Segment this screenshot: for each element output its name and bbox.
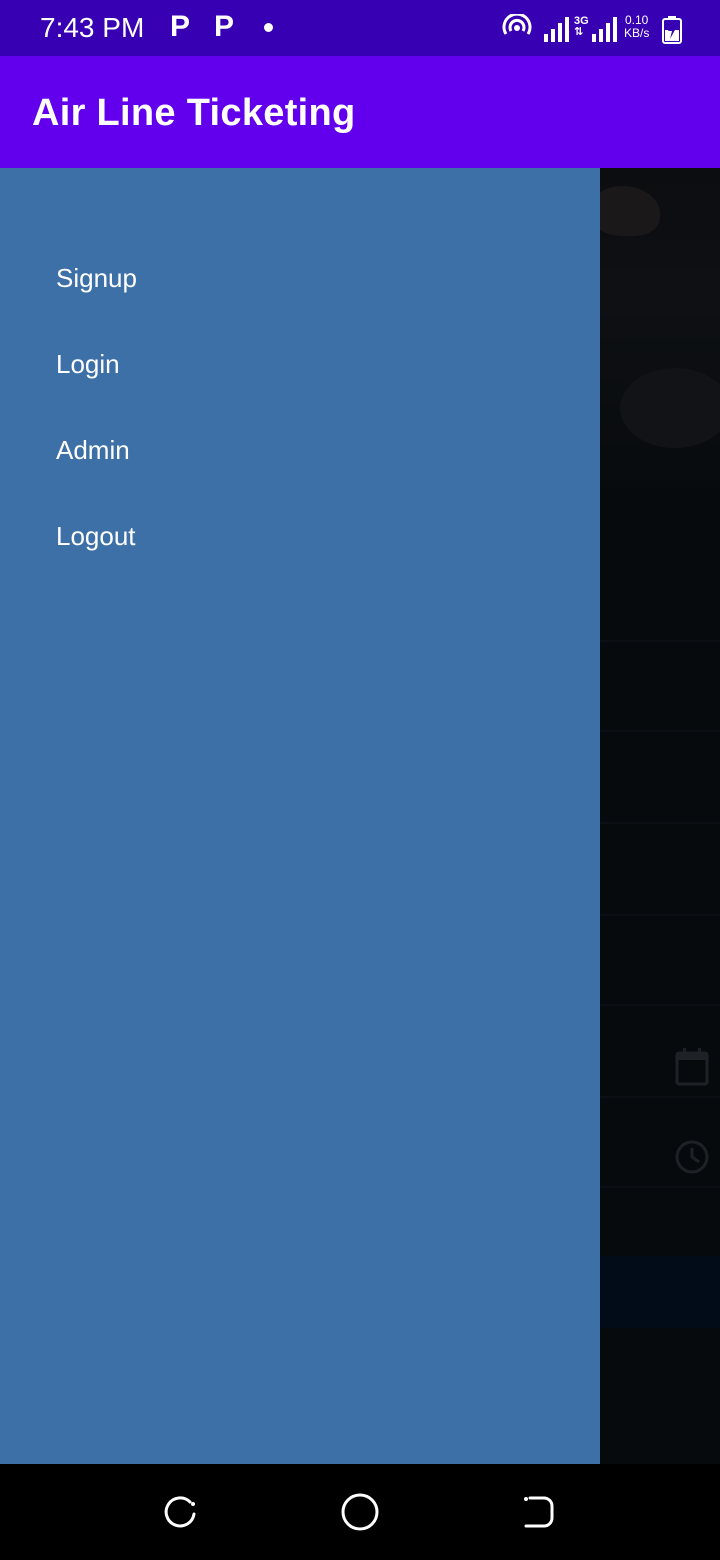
navigation-drawer: Signup Login Admin Logout: [0, 168, 600, 1464]
system-nav-bar: [0, 1464, 720, 1560]
signal-icon: [544, 17, 569, 42]
dot-icon: [264, 23, 273, 32]
menu-item-login[interactable]: Login: [56, 344, 536, 384]
app-title: Air Line Ticketing: [32, 92, 356, 134]
calendar-icon: [675, 1048, 709, 1086]
app-bar: Air Line Ticketing: [0, 56, 720, 168]
menu-item-admin[interactable]: Admin: [56, 430, 536, 470]
hotspot-icon: [502, 14, 532, 35]
status-bar: 7:43 PM P P 3G ⇅ 0.10 KB/s: [0, 0, 720, 56]
background-image: [600, 168, 720, 488]
network-speed: 0.10 KB/s: [624, 13, 650, 40]
status-time: 7:43 PM: [40, 12, 145, 43]
clock-icon: [675, 1140, 709, 1174]
divider: [600, 1186, 720, 1188]
battery-charging-icon: [662, 16, 682, 44]
scrim-background[interactable]: [600, 168, 720, 1464]
p-icon: P: [214, 10, 235, 43]
divider: [600, 822, 720, 824]
divider: [600, 914, 720, 916]
home-icon[interactable]: [340, 1492, 380, 1532]
menu-item-signup[interactable]: Signup: [56, 258, 536, 298]
menu-item-logout[interactable]: Logout: [56, 516, 536, 556]
recent-apps-icon[interactable]: [160, 1492, 200, 1532]
signal-icon: [592, 17, 617, 42]
p-icon: P: [170, 10, 191, 43]
divider: [600, 730, 720, 732]
divider: [600, 640, 720, 642]
back-icon[interactable]: [518, 1492, 558, 1532]
network-type: 3G ⇅: [574, 15, 589, 38]
background-button: [600, 1256, 720, 1328]
divider: [600, 1004, 720, 1006]
divider: [600, 1096, 720, 1098]
